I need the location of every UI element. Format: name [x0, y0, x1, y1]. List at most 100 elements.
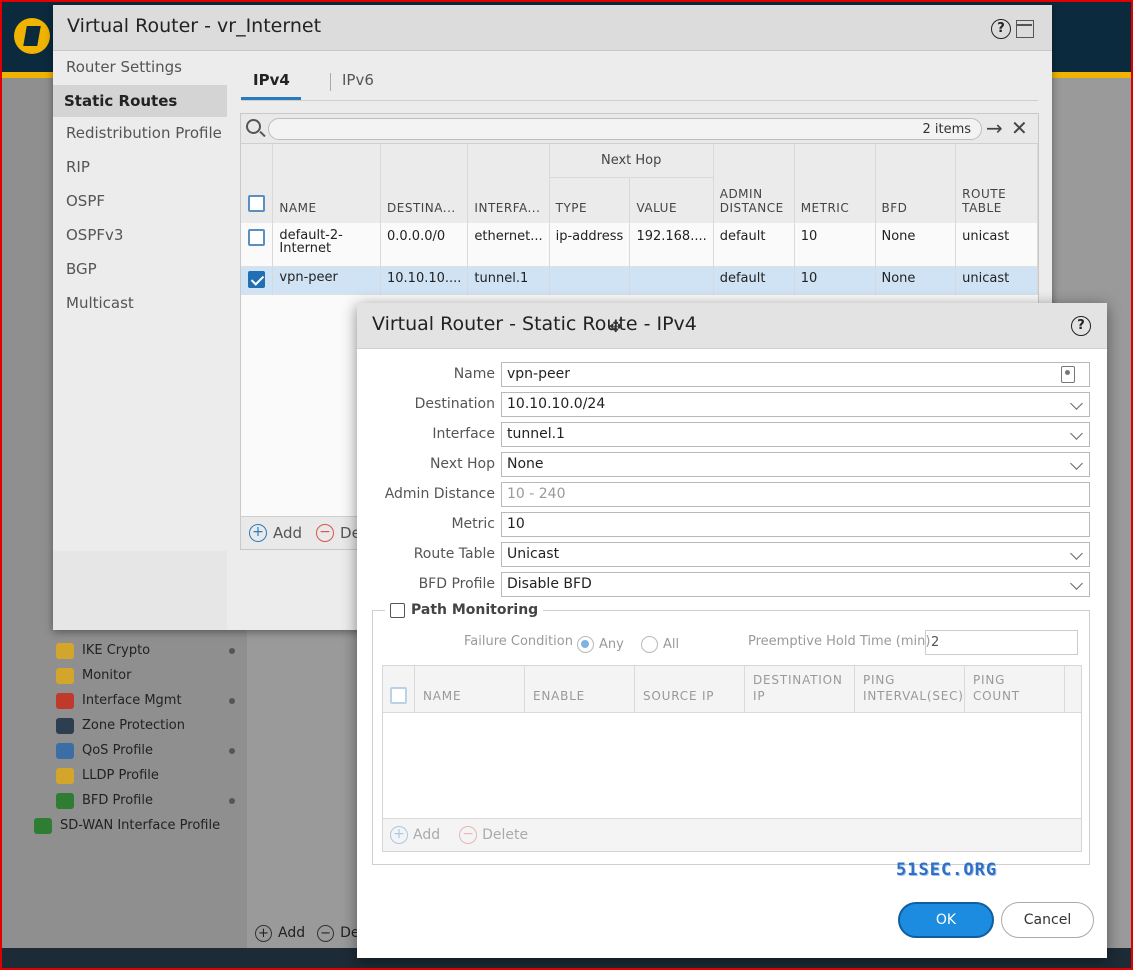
select-all-cell: [241, 144, 274, 223]
cell-interface: tunnel.1: [467, 266, 550, 294]
cancel-button[interactable]: Cancel: [1001, 902, 1094, 938]
chevron-down-icon[interactable]: [1070, 577, 1083, 590]
lldp-icon: [56, 767, 74, 784]
col-ping-interval-sec[interactable]: PING INTERVAL(SEC): [855, 666, 965, 712]
nav-item-ospf[interactable]: OSPF: [53, 185, 227, 217]
col-ping-count[interactable]: PING COUNT: [965, 666, 1065, 712]
cell-admin-distance: default: [713, 223, 795, 266]
bg-delete-icon[interactable]: −: [317, 924, 335, 942]
col-name[interactable]: NAME: [272, 144, 381, 223]
cell-interface: ethernet...: [467, 223, 550, 266]
sr-dialog-titlebar[interactable]: Virtual Router - Static Route - IPv4 ✥ ?: [357, 303, 1107, 349]
route-table-select[interactable]: Unicast: [501, 542, 1090, 567]
bg-sidebar-item[interactable]: Monitor: [56, 663, 131, 688]
col-admin-distance[interactable]: ADMIN DISTANCE: [713, 144, 795, 223]
cell-name[interactable]: vpn-peer: [272, 266, 381, 294]
qos-icon: [56, 742, 74, 759]
nav-item-rip[interactable]: RIP: [53, 151, 227, 183]
delete-icon[interactable]: −: [459, 826, 478, 844]
delete-icon[interactable]: −: [316, 524, 335, 542]
radio-any[interactable]: [577, 636, 594, 653]
bg-sidebar-item[interactable]: LLDP Profile: [56, 763, 159, 788]
col-next-hop-value[interactable]: VALUE: [629, 177, 714, 223]
bg-sidebar-item[interactable]: IKE Crypto: [56, 638, 150, 663]
col-destination-ip[interactable]: DESTINATION IP: [745, 666, 855, 712]
interface-select[interactable]: tunnel.1: [501, 422, 1090, 447]
name-input[interactable]: vpn-peer: [501, 362, 1090, 387]
destination-combobox[interactable]: 10.10.10.0/24: [501, 392, 1090, 417]
ok-button[interactable]: OK: [898, 902, 994, 938]
search-input[interactable]: 2 items: [268, 118, 982, 140]
bg-sidebar-item[interactable]: Zone Protection: [56, 713, 185, 738]
admin-distance-input[interactable]: 10 - 240: [501, 482, 1090, 507]
select-all-checkbox[interactable]: [390, 687, 407, 704]
chevron-down-icon[interactable]: [1070, 397, 1083, 410]
tab-divider: [241, 100, 1038, 101]
add-icon[interactable]: +: [390, 826, 408, 844]
next-hop-select[interactable]: None: [501, 452, 1090, 477]
nav-item-static-routes[interactable]: Static Routes: [53, 85, 227, 117]
select-all-checkbox[interactable]: [248, 195, 265, 212]
col-metric[interactable]: METRIC: [794, 144, 876, 223]
tab-ipv4[interactable]: IPv4: [253, 71, 290, 89]
bg-add-bar: + Add − De: [247, 918, 367, 948]
chevron-down-icon[interactable]: [1070, 427, 1083, 440]
arrow-right-icon[interactable]: →: [986, 116, 1003, 140]
bg-sidebar-item[interactable]: BFD Profile: [56, 788, 153, 813]
col-destination[interactable]: DESTINA...: [380, 144, 469, 223]
preemptive-hold-time-input[interactable]: 2: [925, 630, 1078, 655]
tab-ipv6[interactable]: IPv6: [342, 71, 374, 89]
delete-destination-button[interactable]: Delete: [482, 827, 528, 843]
col-route-table[interactable]: ROUTE TABLE: [955, 144, 1038, 223]
vr-nav: Router Settings Static Routes Redistributi…: [53, 51, 227, 551]
cell-metric: 10: [794, 266, 876, 294]
path-monitoring-checkbox[interactable]: [390, 602, 405, 618]
cell-admin-distance: default: [713, 266, 795, 294]
bg-add-icon[interactable]: +: [255, 924, 272, 942]
nav-item-bgp[interactable]: BGP: [53, 253, 227, 285]
chevron-down-icon[interactable]: [1070, 457, 1083, 470]
cell-value: 192.168....: [629, 223, 714, 266]
watermark: 51SEC.ORG: [896, 860, 998, 880]
bg-sidebar-item[interactable]: Interface Mgmt: [56, 688, 182, 713]
help-icon[interactable]: ?: [1071, 316, 1091, 336]
search-icon[interactable]: [246, 119, 261, 134]
clear-filter-icon[interactable]: ✕: [1011, 116, 1028, 140]
col-source-ip[interactable]: SOURCE IP: [635, 666, 745, 712]
col-next-hop-type[interactable]: TYPE: [549, 177, 631, 223]
path-monitoring-label: Path Monitoring: [411, 602, 539, 618]
bg-add-label[interactable]: Add: [278, 925, 305, 941]
row-checkbox[interactable]: [248, 270, 265, 288]
chevron-down-icon[interactable]: [1070, 547, 1083, 560]
bg-sidebar-item[interactable]: QoS Profile: [56, 738, 153, 763]
col-bfd[interactable]: BFD: [875, 144, 957, 223]
failure-condition-label: Failure Condition: [464, 634, 573, 649]
address-book-icon[interactable]: [1061, 366, 1075, 383]
nav-item-router-settings[interactable]: Router Settings: [53, 51, 227, 83]
bg-sidebar-item[interactable]: SD-WAN Interface Profile: [34, 813, 220, 838]
cell-name[interactable]: default-2-Internet: [272, 223, 381, 266]
add-icon[interactable]: +: [249, 524, 267, 542]
col-enable[interactable]: ENABLE: [525, 666, 635, 712]
col-interface[interactable]: INTERFA...: [467, 144, 550, 223]
cell-destination: 10.10.10....: [380, 266, 469, 294]
add-route-button[interactable]: Add: [273, 524, 302, 542]
cell-route-table: unicast: [955, 266, 1038, 294]
maximize-icon[interactable]: [1016, 20, 1034, 38]
nav-item-multicast[interactable]: Multicast: [53, 287, 227, 319]
add-destination-button[interactable]: Add: [413, 827, 440, 843]
table-row[interactable]: default-2-Internet 0.0.0.0/0 ethernet... ip…: [241, 223, 1038, 266]
help-icon[interactable]: ?: [991, 19, 1011, 39]
metric-input[interactable]: 10: [501, 512, 1090, 537]
radio-all[interactable]: [641, 636, 658, 653]
row-checkbox[interactable]: [248, 229, 265, 246]
cell-bfd: None: [875, 266, 957, 294]
table-row[interactable]: vpn-peer 10.10.10.... tunnel.1 default 10 Non…: [241, 266, 1038, 294]
nav-item-redistribution-profile[interactable]: Redistribution Profile: [53, 117, 227, 149]
nav-item-ospfv3[interactable]: OSPFv3: [53, 219, 227, 251]
bg-sidebar-item-label: Monitor: [82, 668, 132, 683]
col-name[interactable]: NAME: [415, 666, 525, 712]
bg-sidebar-item-label: IKE Crypto: [82, 643, 151, 658]
monitor-grid-header: NAME ENABLE SOURCE IP DESTINATION IP PING IN…: [383, 666, 1081, 713]
bfd-profile-select[interactable]: Disable BFD: [501, 572, 1090, 597]
